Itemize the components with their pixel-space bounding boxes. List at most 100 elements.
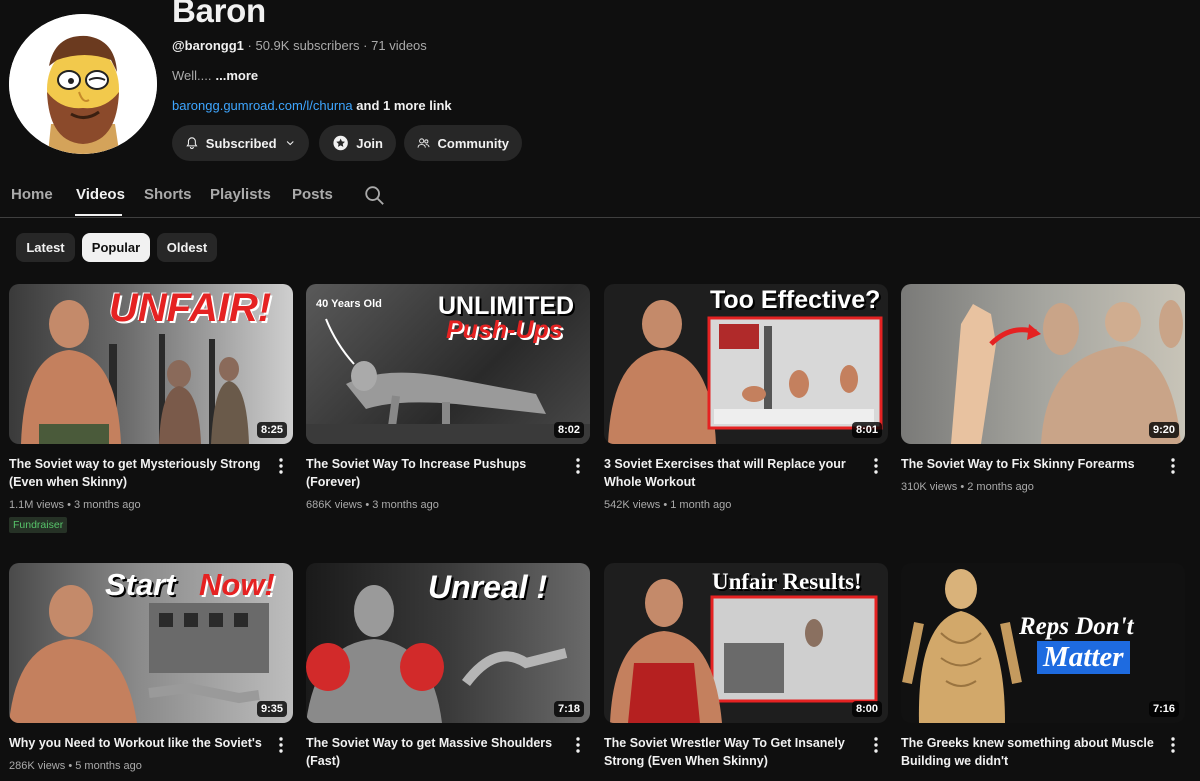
- video-card[interactable]: 40 Years Old UNLIMITED Push-Ups 8:02 The…: [306, 284, 590, 511]
- video-thumbnail[interactable]: 40 Years Old UNLIMITED Push-Ups 8:02: [306, 284, 590, 444]
- gumroad-link[interactable]: barongg.gumroad.com/l/churna: [172, 98, 353, 113]
- upload-age: 3 months ago: [74, 499, 141, 511]
- community-label: Community: [437, 135, 510, 151]
- tab-home[interactable]: Home: [11, 186, 53, 203]
- thumbnail-art: [951, 300, 1183, 444]
- video-title[interactable]: Why you Need to Workout like the Soviet'…: [9, 734, 264, 752]
- more-vert-icon[interactable]: [273, 457, 289, 475]
- video-title[interactable]: 3 Soviet Exercises that will Replace you…: [604, 455, 859, 491]
- more-vert-icon[interactable]: [1165, 736, 1181, 754]
- thumbnail-overlay-text: UNFAIR!: [109, 286, 272, 330]
- more-vert-icon[interactable]: [868, 457, 884, 475]
- tab-shorts[interactable]: Shorts: [144, 186, 192, 203]
- people-icon: [417, 138, 430, 148]
- video-duration: 7:18: [553, 701, 584, 717]
- video-thumbnail[interactable]: Unfair Results! 8:00: [604, 563, 888, 723]
- chip-latest[interactable]: Latest: [16, 233, 75, 262]
- video-duration: 8:01: [851, 422, 882, 438]
- video-thumbnail[interactable]: Reps Don't Matter 7:16: [901, 563, 1185, 723]
- more-vert-icon[interactable]: [868, 736, 884, 754]
- subscriber-count: 50.9K subscribers: [255, 38, 360, 53]
- avatar-illustration: [9, 14, 157, 154]
- video-thumbnail[interactable]: Too Effective? 8:01: [604, 284, 888, 444]
- thumbnail-overlay-text-2: Push-Ups: [446, 316, 563, 344]
- view-count: 686K views: [306, 499, 363, 511]
- video-duration: 8:00: [851, 701, 882, 717]
- video-card[interactable]: Too Effective? 8:01 3 Soviet Exercises t…: [604, 284, 888, 511]
- video-stats: 286K views • 5 months ago: [9, 760, 142, 772]
- video-card[interactable]: Unfair Results! 8:00 The Soviet Wrestler…: [604, 563, 888, 768]
- subscribed-label: Subscribed: [205, 135, 277, 151]
- join-button[interactable]: Join: [319, 125, 396, 161]
- video-title[interactable]: The Soviet Way to get Massive Shoulders …: [306, 734, 561, 770]
- thumbnail-overlay-text: Too Effective?: [710, 286, 881, 314]
- thumbnail-overlay-text: Reps Don't: [1019, 613, 1134, 640]
- video-count: 71 videos: [371, 38, 427, 53]
- chevron-down-icon: [286, 141, 294, 146]
- thumbnail-overlay-text: Unreal !: [428, 569, 548, 605]
- tab-videos[interactable]: Videos: [76, 186, 125, 203]
- video-duration: 8:02: [553, 422, 584, 438]
- more-links[interactable]: and 1 more link: [356, 98, 451, 113]
- upload-age: 2 months ago: [967, 481, 1034, 493]
- view-count: 286K views: [9, 760, 66, 772]
- thumbnail-overlay-text-2: Now!: [199, 567, 275, 602]
- upload-age: 3 months ago: [372, 499, 439, 511]
- community-button[interactable]: Community: [404, 125, 522, 161]
- video-duration: 7:16: [1148, 701, 1179, 717]
- bell-icon: [186, 137, 198, 149]
- subscribed-button[interactable]: Subscribed: [172, 125, 309, 161]
- video-duration: 8:25: [256, 422, 287, 438]
- video-card[interactable]: Reps Don't Matter 7:16 The Greeks knew s…: [901, 563, 1185, 768]
- join-label: Join: [356, 135, 383, 151]
- star-badge-icon: [333, 135, 348, 151]
- video-stats: 310K views • 2 months ago: [901, 481, 1034, 493]
- video-title[interactable]: The Soviet Way To Increase Pushups (Fore…: [306, 455, 561, 491]
- more-vert-icon[interactable]: [570, 736, 586, 754]
- thumbnail-overlay-subtext: 40 Years Old: [316, 298, 382, 310]
- channel-avatar[interactable]: [9, 14, 157, 154]
- thumbnail-overlay-text-2: Matter: [1037, 641, 1130, 674]
- video-title[interactable]: The Soviet way to get Mysteriously Stron…: [9, 455, 264, 491]
- channel-meta: @barongg1 · 50.9K subscribers · 71 video…: [172, 38, 427, 53]
- video-card[interactable]: Start Now! 9:35 Why you Need to Workout …: [9, 563, 293, 772]
- video-title[interactable]: The Soviet Way to Fix Skinny Forearms: [901, 455, 1156, 473]
- video-thumbnail[interactable]: UNFAIR! 8:25: [9, 284, 293, 444]
- search-icon[interactable]: [363, 184, 385, 206]
- chip-popular[interactable]: Popular: [82, 233, 150, 262]
- upload-age: 1 month ago: [670, 499, 732, 511]
- video-thumbnail[interactable]: 9:20: [901, 284, 1185, 444]
- video-card[interactable]: 9:20 The Soviet Way to Fix Skinny Forear…: [901, 284, 1185, 493]
- more-vert-icon[interactable]: [570, 457, 586, 475]
- tab-playlists[interactable]: Playlists: [210, 186, 271, 203]
- thumbnail-overlay-text: Unfair Results!: [712, 569, 862, 594]
- view-count: 1.1M views: [9, 499, 65, 511]
- video-stats: 686K views • 3 months ago: [306, 499, 439, 511]
- video-duration: 9:35: [256, 701, 287, 717]
- chip-oldest[interactable]: Oldest: [157, 233, 217, 262]
- video-stats: 542K views • 1 month ago: [604, 499, 732, 511]
- video-title[interactable]: The Greeks knew something about Muscle B…: [901, 734, 1156, 770]
- channel-description[interactable]: Well.... ...more: [172, 68, 258, 83]
- channel-handle: @barongg1: [172, 38, 244, 53]
- video-stats: 1.1M views • 3 months ago: [9, 499, 141, 511]
- view-count: 310K views: [901, 481, 958, 493]
- video-card[interactable]: UNFAIR! 8:25 The Soviet way to get Myste…: [9, 284, 293, 533]
- fundraiser-badge: Fundraiser: [9, 517, 68, 533]
- view-count: 542K views: [604, 499, 661, 511]
- more-vert-icon[interactable]: [1165, 457, 1181, 475]
- channel-links: barongg.gumroad.com/l/churna and 1 more …: [172, 98, 452, 113]
- thumbnail-overlay-text: Start: [105, 567, 176, 602]
- video-thumbnail[interactable]: Unreal ! 7:18: [306, 563, 590, 723]
- video-card[interactable]: Unreal ! 7:18 The Soviet Way to get Mass…: [306, 563, 590, 768]
- upload-age: 5 months ago: [75, 760, 142, 772]
- tab-posts[interactable]: Posts: [292, 186, 333, 203]
- channel-tabs: Home Videos Shorts Playlists Posts: [0, 176, 1200, 218]
- video-thumbnail[interactable]: Start Now! 9:35: [9, 563, 293, 723]
- video-duration: 9:20: [1148, 422, 1179, 438]
- more-link[interactable]: ...more: [216, 68, 259, 83]
- more-vert-icon[interactable]: [273, 736, 289, 754]
- channel-name: Baron: [172, 0, 266, 29]
- active-tab-indicator: [75, 214, 122, 216]
- video-title[interactable]: The Soviet Wrestler Way To Get Insanely …: [604, 734, 859, 770]
